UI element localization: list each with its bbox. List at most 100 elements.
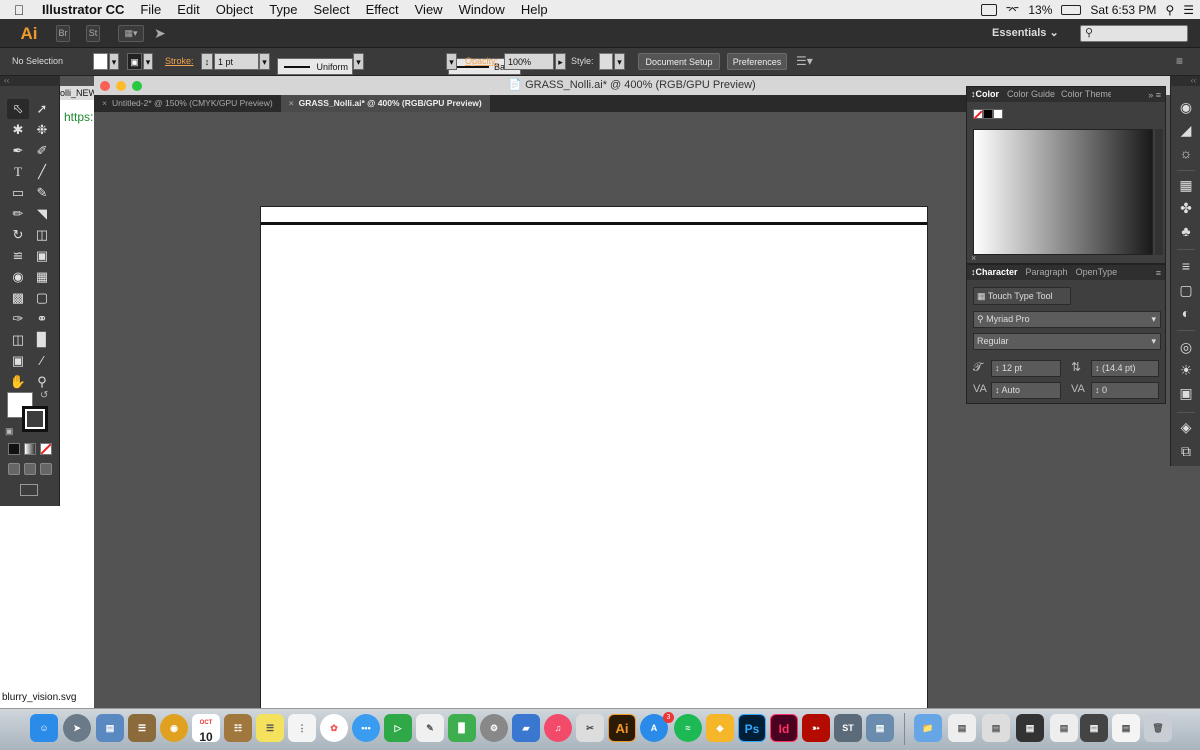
paintbrush-tool-icon[interactable]: ✎ <box>31 183 53 203</box>
tab-paragraph[interactable]: Paragraph <box>1022 265 1072 280</box>
graphic-style-swatch[interactable] <box>599 53 613 70</box>
variable-width-profile[interactable]: Uniform <box>277 58 353 75</box>
tab-opentype[interactable]: OpenType <box>1072 265 1122 280</box>
color-themes-icon[interactable]: ☼ <box>1177 144 1195 162</box>
none-mode-button[interactable] <box>40 443 52 455</box>
stickies-icon[interactable]: ☰ <box>256 714 284 742</box>
airplay-icon[interactable] <box>980 3 997 16</box>
app-menu[interactable]: Illustrator CC <box>38 2 132 17</box>
tab-character[interactable]: ↕Character <box>967 265 1022 280</box>
battery-icon[interactable] <box>1061 4 1082 15</box>
stroke-weight-dropdown-icon[interactable]: ▾ <box>259 53 270 70</box>
sketch-icon[interactable]: ◆ <box>706 714 734 742</box>
brushes-icon[interactable]: ✤ <box>1177 199 1195 217</box>
color-mode-button[interactable] <box>8 443 20 455</box>
trash-icon[interactable]: 🗑 <box>1144 714 1172 742</box>
swap-fill-stroke-icon[interactable]: ↺ <box>40 390 48 401</box>
swatches-icon[interactable]: ▦ <box>1177 176 1195 194</box>
minimize-window-icon[interactable] <box>116 81 126 91</box>
zoom-tool-icon[interactable]: ⚲ <box>31 372 53 392</box>
artboard-tool-icon[interactable]: ▣ <box>7 351 29 371</box>
brush-dropdown-icon[interactable]: ▾ <box>446 53 457 70</box>
document-stack-icon[interactable]: ▤ <box>982 714 1010 742</box>
preview-icon[interactable]: ▤ <box>96 714 124 742</box>
eraser-tool-icon[interactable]: ◥ <box>31 204 53 224</box>
arrange-icon[interactable]: ☰▾ <box>796 53 813 70</box>
acrobat-icon[interactable]: ➳ <box>802 714 830 742</box>
type-tool-icon[interactable]: T <box>7 162 29 182</box>
panel-menu-icon[interactable]: ≡ <box>1156 266 1161 281</box>
style-dropdown-icon[interactable]: ▾ <box>614 53 625 70</box>
notes-icon[interactable]: ☰ <box>128 714 156 742</box>
draw-normal-icon[interactable] <box>8 463 20 475</box>
close-tab-icon[interactable]: × <box>102 98 107 108</box>
workspace-switcher[interactable]: Essentials ⌄ <box>992 26 1059 39</box>
image-stack-icon[interactable]: ▤ <box>1016 714 1044 742</box>
artboards-icon[interactable]: ⧉ <box>1177 442 1195 460</box>
tracking-field[interactable]: ↕ 0 <box>1091 382 1159 399</box>
menu-select[interactable]: Select <box>305 2 357 17</box>
arrange-documents-button[interactable]: ▦▾ <box>118 25 144 42</box>
color-guide-icon[interactable]: ◢ <box>1177 121 1195 139</box>
illustrator-icon[interactable]: Ai <box>608 714 636 742</box>
pdf-stack-icon[interactable]: ▤ <box>1112 714 1140 742</box>
direct-selection-tool-icon[interactable]: ➚ <box>31 99 53 119</box>
mesh-tool-icon[interactable]: ▩ <box>7 288 29 308</box>
stock-button[interactable]: St <box>86 25 100 42</box>
symbol-sprayer-tool-icon[interactable]: ◫ <box>7 330 29 350</box>
calendar-icon[interactable]: OCT 10 <box>192 714 220 742</box>
system-preferences-icon[interactable]: ⚙ <box>480 714 508 742</box>
artboard[interactable] <box>260 206 928 708</box>
fill-dropdown-icon[interactable]: ▾ <box>109 53 119 70</box>
dock-collapse-strip[interactable]: ‹‹ <box>1170 76 1200 86</box>
transparency-icon[interactable]: ◐ <box>1177 304 1195 322</box>
horizontal-rule[interactable] <box>261 222 927 225</box>
shape-builder-tool-icon[interactable]: ◉ <box>7 267 29 287</box>
kerning-field[interactable]: ↕ Auto <box>991 382 1061 399</box>
spectrum-scrollbar[interactable] <box>1155 129 1163 255</box>
finder-icon[interactable]: ☺ <box>30 714 58 742</box>
toolbox-collapse-strip[interactable]: ‹‹ <box>0 76 60 86</box>
stroke-label[interactable]: Stroke: <box>165 53 194 70</box>
menu-window[interactable]: Window <box>451 2 513 17</box>
selection-tool-icon[interactable]: ⬁ <box>7 99 29 119</box>
bridge-button[interactable]: Br <box>56 25 70 42</box>
opacity-label[interactable]: Opacity: <box>465 53 498 70</box>
leading-field[interactable]: ↕ (14.4 pt) <box>1091 360 1159 377</box>
messages-icon[interactable]: ••• <box>352 714 380 742</box>
menu-edit[interactable]: Edit <box>169 2 207 17</box>
textedit-icon[interactable]: ✎ <box>416 714 444 742</box>
gpu-performance-icon[interactable]: ➤ <box>154 25 166 42</box>
stroke-color-box[interactable] <box>22 406 48 432</box>
indesign-icon[interactable]: Id <box>770 714 798 742</box>
lasso-tool-icon[interactable]: ❉ <box>31 120 53 140</box>
rotate-tool-icon[interactable]: ↻ <box>7 225 29 245</box>
blend-tool-icon[interactable]: ⚭ <box>31 309 53 329</box>
reminders-icon[interactable]: ⋮ <box>288 714 316 742</box>
launchpad-icon[interactable]: ➤ <box>63 714 91 742</box>
width-tool-icon[interactable]: ≌ <box>7 246 29 266</box>
notebook-icon[interactable]: ☷ <box>224 714 252 742</box>
line-tool-icon[interactable]: ╱ <box>31 162 53 182</box>
white-swatch[interactable] <box>993 109 1003 119</box>
profile-dropdown-icon[interactable]: ▾ <box>353 53 364 70</box>
wifi-icon[interactable]: ⌤ <box>1006 3 1020 17</box>
zoom-window-icon[interactable] <box>132 81 142 91</box>
menu-file[interactable]: File <box>132 2 169 17</box>
folder-icon[interactable]: 📁 <box>914 714 942 742</box>
menu-effect[interactable]: Effect <box>358 2 407 17</box>
close-panel-icon[interactable]: × <box>971 253 976 263</box>
spotlight-icon[interactable]: ⚲ <box>1165 3 1174 17</box>
document-setup-button[interactable]: Document Setup <box>638 53 720 70</box>
preferences-button[interactable]: Preferences <box>727 53 787 70</box>
magic-wand-tool-icon[interactable]: ✱ <box>7 120 29 140</box>
gradient-icon[interactable]: ▢ <box>1177 281 1195 299</box>
spotify-icon[interactable]: ≈ <box>674 714 702 742</box>
stroke-color-swatch[interactable]: ▣ <box>127 53 142 70</box>
notification-center-icon[interactable]: ☰ <box>1183 3 1194 17</box>
pencil-tool-icon[interactable]: ✏ <box>7 204 29 224</box>
curvature-tool-icon[interactable]: ✐ <box>31 141 53 161</box>
stroke-weight-field[interactable]: 1 pt <box>214 53 259 70</box>
gradient-tool-icon[interactable]: ▢ <box>31 288 53 308</box>
font-style-select[interactable]: Regular ▾ <box>973 333 1161 350</box>
